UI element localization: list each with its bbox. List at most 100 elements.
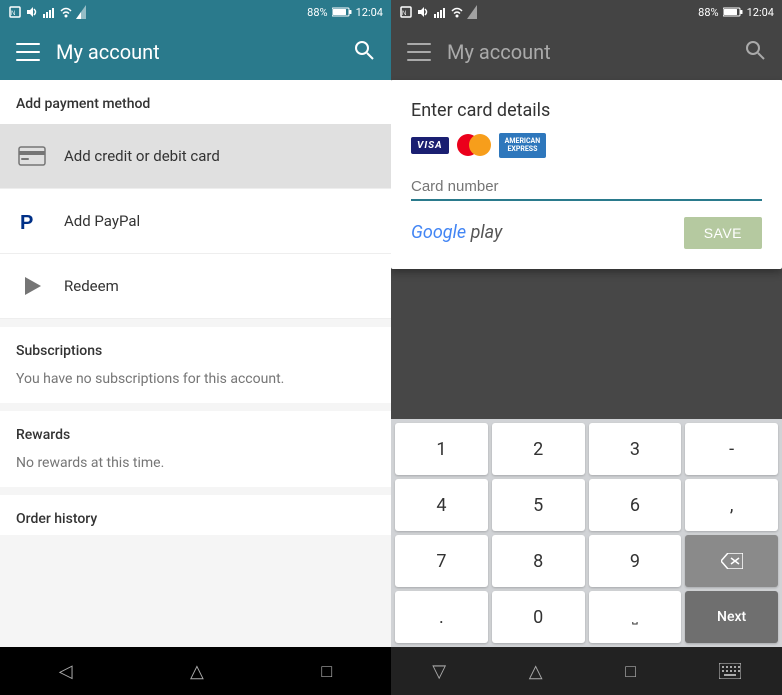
play-svg [21, 275, 43, 297]
svg-text:P: P [20, 212, 33, 234]
key-9[interactable]: 9 [589, 535, 682, 587]
battery-percent-right: 88% [698, 6, 718, 19]
save-button[interactable]: SAVE [684, 217, 762, 249]
back-button-left[interactable]: ◁ [59, 661, 73, 682]
search-button-right[interactable] [744, 39, 766, 66]
right-panel: N 88% [391, 0, 782, 695]
order-history-title: Order history [0, 495, 391, 535]
left-status-right: 88% 12:04 [307, 6, 383, 19]
right-bottom-nav: ▽ △ □ [391, 647, 782, 695]
wifi-icon-right [450, 5, 464, 19]
subscriptions-title: Subscriptions [0, 327, 391, 367]
signal-triangle-icon-right [467, 5, 477, 19]
speaker-icon-right [416, 5, 430, 19]
page-title-left: My account [56, 40, 353, 64]
svg-text:N: N [11, 11, 15, 17]
paypal-svg: P [18, 207, 46, 235]
rewards-text: No rewards at this time. [0, 451, 391, 487]
visa-logo: VISA [411, 137, 449, 154]
key-comma[interactable]: , [685, 479, 778, 531]
redeem-item[interactable]: Redeem [0, 254, 391, 319]
key-1[interactable]: 1 [395, 423, 488, 475]
right-status-icons: N [399, 5, 477, 19]
paypal-icon: P [16, 205, 48, 237]
google-text: Google [411, 222, 466, 243]
credit-card-icon [16, 140, 48, 172]
backspace-icon [721, 553, 743, 569]
redeem-label: Redeem [64, 277, 119, 295]
left-panel: N [0, 0, 391, 695]
key-2[interactable]: 2 [492, 423, 585, 475]
left-status-icons: N [8, 5, 86, 19]
dialog-overlay: Enter card details VISA AMERICANEXPRESS … [391, 80, 782, 419]
keyboard-row-4: . 0 ⎵ Next [395, 591, 778, 643]
right-status-bar: N 88% [391, 0, 782, 24]
google-play-logo: Google play [411, 222, 502, 243]
key-0[interactable]: 0 [492, 591, 585, 643]
battery-icon-left [332, 7, 352, 17]
battery-icon-right [723, 7, 743, 17]
signal-bars-icon-right [433, 5, 447, 19]
key-8[interactable]: 8 [492, 535, 585, 587]
add-paypal-item[interactable]: P Add PayPal [0, 189, 391, 254]
menu-icon-right[interactable] [407, 43, 431, 61]
play-icon [16, 270, 48, 302]
nfc-icon: N [8, 5, 22, 19]
nfc-icon-right: N [399, 5, 413, 19]
key-4[interactable]: 4 [395, 479, 488, 531]
card-number-wrapper[interactable] [411, 174, 762, 201]
home-button-right[interactable]: △ [529, 661, 543, 682]
rewards-section: Rewards No rewards at this time. [0, 411, 391, 487]
key-period[interactable]: . [395, 591, 488, 643]
left-bottom-nav: ◁ △ □ [0, 647, 391, 695]
speaker-icon [25, 5, 39, 19]
play-text: play [471, 222, 503, 243]
time-right: 12:04 [747, 6, 774, 19]
battery-percent-left: 88% [307, 6, 327, 19]
left-top-bar: My account [0, 24, 391, 80]
back-button-right[interactable]: ▽ [432, 661, 446, 682]
card-number-input[interactable] [411, 174, 762, 199]
home-button-left[interactable]: △ [190, 661, 204, 682]
add-paypal-label: Add PayPal [64, 212, 140, 230]
dialog-title: Enter card details [411, 100, 762, 121]
key-dash[interactable]: - [685, 423, 778, 475]
key-7[interactable]: 7 [395, 535, 488, 587]
key-3[interactable]: 3 [589, 423, 682, 475]
left-content: Add payment method Add credit or debit c… [0, 80, 391, 647]
right-top-bar: My account [391, 24, 782, 80]
enter-card-dialog: Enter card details VISA AMERICANEXPRESS … [391, 80, 782, 269]
dialog-footer: Google play SAVE [411, 217, 762, 249]
search-button-left[interactable] [353, 39, 375, 66]
add-payment-section: Add payment method Add credit or debit c… [0, 80, 391, 319]
time-left: 12:04 [356, 6, 383, 19]
numeric-keyboard: 1 2 3 - 4 5 6 , 7 8 9 . [391, 419, 782, 647]
recent-button-right[interactable]: □ [625, 661, 636, 682]
search-icon-left [353, 39, 375, 61]
rewards-title: Rewards [0, 411, 391, 451]
next-button[interactable]: Next [685, 591, 778, 643]
add-credit-card-label: Add credit or debit card [64, 147, 220, 165]
recent-button-left[interactable]: □ [321, 661, 332, 682]
card-logos: VISA AMERICANEXPRESS [411, 133, 762, 158]
order-history-section: Order history [0, 495, 391, 535]
search-icon-right [744, 39, 766, 61]
add-payment-title: Add payment method [0, 80, 391, 124]
signal-triangle-icon [76, 5, 86, 19]
key-backspace[interactable] [685, 535, 778, 587]
key-5[interactable]: 5 [492, 479, 585, 531]
add-credit-card-item[interactable]: Add credit or debit card [0, 124, 391, 189]
subscriptions-section: Subscriptions You have no subscriptions … [0, 327, 391, 403]
keyboard-row-3: 7 8 9 [395, 535, 778, 587]
key-6[interactable]: 6 [589, 479, 682, 531]
keyboard-button-right[interactable] [719, 663, 741, 679]
left-status-bar: N [0, 0, 391, 24]
credit-card-svg [18, 146, 46, 166]
menu-icon-left[interactable] [16, 43, 40, 61]
right-status-right: 88% 12:04 [698, 6, 774, 19]
mastercard-logo [457, 134, 491, 156]
keyboard-icon [719, 663, 741, 679]
keyboard-row-2: 4 5 6 , [395, 479, 778, 531]
amex-logo: AMERICANEXPRESS [499, 133, 547, 158]
key-space[interactable]: ⎵ [589, 591, 682, 643]
